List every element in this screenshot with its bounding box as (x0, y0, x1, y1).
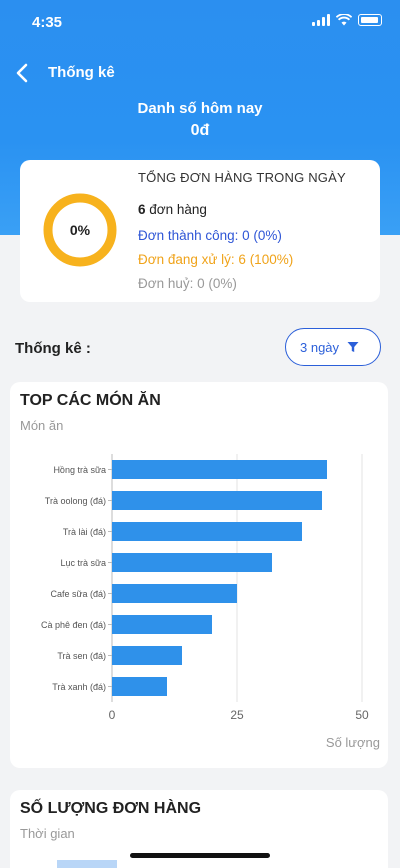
home-indicator (130, 853, 270, 858)
wifi-icon (336, 14, 352, 26)
stats-label: Thống kê : (15, 340, 91, 357)
bar (112, 460, 327, 479)
back-icon[interactable] (8, 58, 36, 88)
time-filter-button[interactable]: 3 ngày (285, 328, 381, 366)
status-bar: 4:35 (0, 0, 400, 44)
orders-chart-subtitle: Thời gian (20, 826, 75, 841)
category-label: Trà sen (đá) (57, 651, 106, 661)
summary-title: TỔNG ĐƠN HÀNG TRONG NGÀY (138, 170, 346, 185)
nav-bar: Thống kê (0, 58, 400, 88)
x-tick-label: 25 (230, 708, 244, 722)
top-dishes-bar-chart: Hồng trà sữa Trà oolong (đá) Trà lài (đá) L… (41, 454, 380, 750)
orders-unit: đơn hàng (149, 202, 207, 217)
category-label: Trà xanh (đá) (52, 682, 106, 692)
status-icons (312, 14, 382, 26)
bar (112, 522, 302, 541)
category-label: Trà oolong (đá) (45, 496, 106, 506)
bar (112, 553, 272, 572)
processing-orders: Đơn đang xử lý: 6 (100%) (138, 252, 294, 267)
order-summary-card: 0% TỔNG ĐƠN HÀNG TRONG NGÀY 6 đơn hàng Đ… (20, 160, 380, 302)
sales-label: Danh số hôm nay (137, 100, 263, 117)
x-axis-label: Số lượng (326, 735, 380, 750)
filter-icon (347, 342, 359, 352)
bar (112, 646, 182, 665)
sales-value: 0đ (190, 122, 210, 139)
category-label: Lục trà sữa (60, 558, 106, 568)
category-label: Hồng trà sữa (53, 465, 106, 475)
bar (112, 615, 212, 634)
signal-icon (312, 14, 330, 26)
category-label: Cafe sữa (đá) (50, 589, 106, 599)
bar (112, 584, 237, 603)
category-label: Trà lài (đá) (63, 527, 106, 537)
success-orders: Đơn thành công: 0 (0%) (138, 228, 282, 243)
x-tick-label: 0 (109, 708, 116, 722)
x-tick-label: 50 (355, 708, 369, 722)
page-title: Thống kê (48, 64, 115, 81)
bar (112, 677, 167, 696)
orders-chart-bar-peek (57, 860, 117, 868)
battery-icon (358, 14, 382, 26)
cancelled-orders: Đơn huỷ: 0 (0%) (138, 276, 237, 291)
bar (112, 491, 322, 510)
top-dishes-chart-card: TOP CÁC MÓN ĂN Món ăn Hồng trà sữa Trà oo… (10, 382, 388, 768)
category-label: Cà phê đen (đá) (41, 620, 106, 630)
orders-chart-title: SỐ LƯỢNG ĐƠN HÀNG (20, 800, 202, 817)
orders-total: 6 đơn hàng (138, 202, 207, 217)
status-time: 4:35 (32, 14, 63, 31)
filter-label: 3 ngày (300, 339, 340, 355)
donut-label: 0% (69, 222, 91, 238)
orders-count: 6 (138, 202, 146, 217)
